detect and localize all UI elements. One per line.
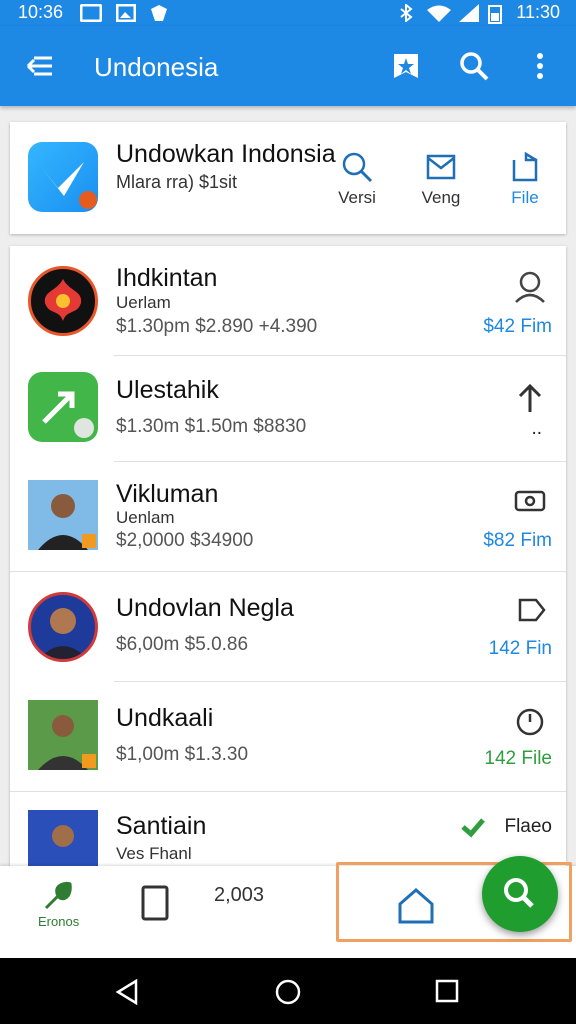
item-prices: $6,00m $5.0.86	[116, 634, 249, 655]
app-title: Undowkan Indonsia	[116, 140, 336, 168]
avatar	[28, 592, 98, 662]
arrow-graph-logo-icon	[42, 391, 94, 438]
action-file[interactable]: File	[490, 150, 560, 208]
signal-icon	[459, 4, 479, 22]
list-item[interactable]: Undovlan Negla $6,00m $5.0.86 142 Fin	[10, 572, 566, 682]
back-menu-icon[interactable]	[24, 50, 56, 82]
bookmark-star-icon[interactable]	[390, 50, 422, 82]
bottom-left-label: Eronos	[38, 914, 80, 929]
status-bar: 10:36 11:30	[0, 0, 576, 26]
status-time-left: 10:36	[18, 2, 64, 22]
square-icon[interactable]	[140, 884, 170, 922]
battery-icon	[488, 5, 502, 24]
app-list: Ihdkintan Uerlam $1.30pm $2.890 +4.390 $…	[10, 246, 566, 886]
avatar	[28, 480, 98, 550]
avatar	[28, 372, 98, 442]
person-photo-icon	[28, 700, 98, 770]
messenger-logo-icon	[42, 162, 97, 209]
action-veng[interactable]: Veng	[406, 150, 476, 208]
item-right-label: Flaeo	[504, 816, 552, 837]
item-right-label: ..	[531, 418, 542, 439]
page-title: Undonesia	[94, 52, 219, 82]
arrow-up-icon[interactable]	[512, 380, 548, 416]
action-veng-label: Veng	[421, 188, 461, 207]
person-photo-icon	[39, 608, 87, 659]
check-icon	[461, 818, 485, 838]
leaf-icon[interactable]	[42, 880, 74, 912]
recents-icon[interactable]	[434, 978, 460, 1004]
item-name: Ihdkintan	[116, 264, 218, 292]
back-icon[interactable]	[114, 978, 142, 1006]
clock-icon[interactable]	[512, 704, 548, 740]
list-item[interactable]: Undkaali $1,00m $1.3.30 142 File	[10, 682, 566, 792]
action-file-label: File	[511, 188, 539, 207]
home-circle-icon[interactable]	[274, 978, 302, 1006]
bottom-count: 2,003	[214, 884, 265, 906]
item-name: Santiain	[116, 812, 207, 840]
list-item[interactable]: Ihdkintan Uerlam $1.30pm $2.890 +4.390 $…	[10, 246, 566, 356]
item-prices: $1.30pm $2.890 +4.390	[116, 316, 318, 337]
list-item[interactable]: Ulestahik $1.30m $1.50m $8830 ..	[10, 356, 566, 462]
app-header-card: Undowkan Indonsia Mlara rra) $1sit Versi…	[10, 122, 566, 234]
action-versi[interactable]: Versi	[322, 150, 392, 208]
search-icon	[342, 152, 373, 183]
file-icon	[512, 151, 538, 182]
app-logo	[28, 142, 98, 212]
item-prices: $1,00m $1.3.30	[116, 744, 249, 765]
item-name: Ulestahik	[116, 376, 219, 404]
list-item[interactable]: Vikluman Uenlam $2,0000 $34900 $82 Fim	[10, 462, 566, 572]
search-icon[interactable]	[458, 50, 490, 82]
item-prices: $2,0000 $34900	[116, 530, 254, 551]
item-prices: $1.30m $1.50m $8830	[116, 416, 307, 437]
status-time-right: 11:30	[516, 2, 560, 22]
message-icon	[80, 4, 102, 22]
avatar	[28, 700, 98, 770]
item-right-label: $82 Fim	[483, 530, 552, 551]
wifi-icon	[427, 5, 451, 22]
person-photo-icon	[28, 480, 98, 550]
item-name: Undovlan Negla	[116, 594, 294, 622]
image-icon	[116, 4, 136, 22]
avatar	[28, 266, 98, 336]
item-name: Vikluman	[116, 480, 219, 508]
item-right-label: $42 Fim	[483, 316, 552, 337]
item-sub: Uenlam	[116, 508, 175, 527]
item-right-label: 142 Fin	[488, 638, 552, 659]
shield-icon	[151, 5, 167, 21]
item-sub: Ves Fhanl	[116, 844, 192, 863]
mail-icon	[426, 154, 456, 180]
item-sub: Uerlam	[116, 293, 171, 312]
app-bar: Undonesia	[0, 26, 576, 106]
search-fab[interactable]	[482, 856, 558, 932]
tag-icon[interactable]	[512, 592, 548, 628]
bluetooth-icon	[400, 4, 413, 22]
user-icon[interactable]	[512, 268, 548, 304]
camera-icon[interactable]	[512, 482, 548, 518]
item-name: Undkaali	[116, 704, 214, 732]
search-icon	[504, 878, 534, 908]
item-right-label: 142 File	[484, 748, 552, 769]
flower-logo-icon	[44, 279, 82, 321]
more-vert-icon[interactable]	[524, 50, 556, 82]
system-nav-bar	[0, 958, 576, 1024]
action-versi-label: Versi	[338, 188, 376, 207]
app-subtitle: Mlara rra) $1sit	[116, 172, 238, 192]
